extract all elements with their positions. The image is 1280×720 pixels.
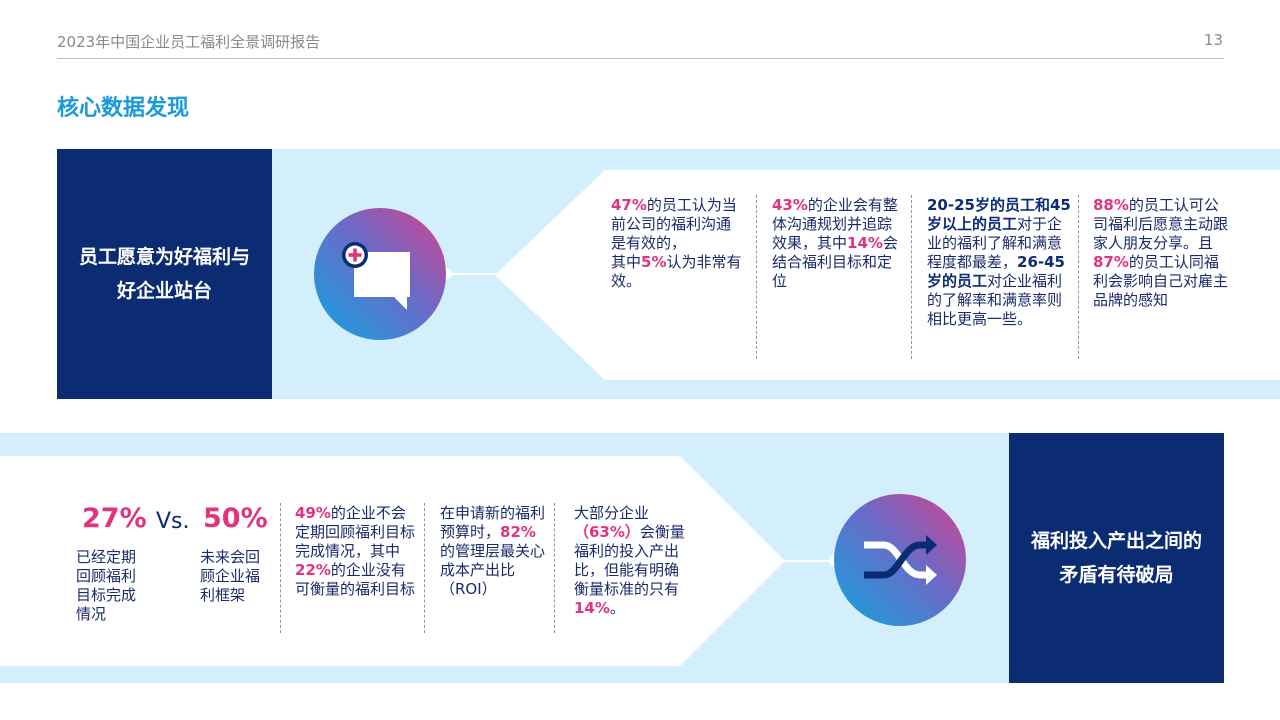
page-number: 13 [1203,31,1223,49]
text-segment: 88% [1093,196,1129,214]
text-segment: 82% [500,523,536,541]
stat-right-caption: 未来会回顾企业福利框架 [200,548,261,604]
text-segment: 14% [847,234,883,252]
text-segment: 43% [772,196,808,214]
top-connector-line [445,273,497,275]
text-segment: 。 [609,599,625,617]
section-title: 核心数据发现 [57,96,190,121]
text-segment: 的管理层最关心成本产出比（ROI） [440,542,546,598]
text-segment: 大部分企业 [574,504,650,522]
text-segment: 5% [641,253,667,271]
bottom-finding-1: 49%的企业不会定期回顾福利目标完成情况，其中22%的企业没有可衡量的福利目标 [280,503,416,633]
top-finding-1: 47%的员工认为当前公司的福利沟通是有效的， 其中5%认为非常有效。 [611,196,743,291]
report-title: 2023年中国企业员工福利全景调研报告 [57,33,321,51]
stat-left-caption: 已经定期回顾福利目标完成情况 [76,548,137,623]
stat-right-value: 50% [203,503,268,534]
text-segment: 其中 [611,253,642,271]
bottom-block-label: 福利投入产出之间的 矛盾有待破局 [1009,433,1224,683]
vs-label: Vs. [156,509,190,534]
top-finding-4: 88%的员工认可公司福利后愿意主动跟家人朋友分享。且87%的员工认同福利会影响自… [1078,195,1230,359]
top-finding-3: 20-25岁的员工和45岁以上的员工对于企业的福利了解和满意程度都最差，26-4… [911,195,1071,359]
text-segment: （63%） [574,523,640,541]
text-segment: 14% [574,599,610,617]
text-segment: 87% [1093,253,1129,271]
text-segment: 47% [611,196,647,214]
text-segment: 49% [295,504,331,522]
top-icon-circle [314,208,446,340]
chat-plus-icon [342,242,410,310]
top-finding-2: 43%的企业会有整体沟通规划并追踪效果，其中14%会结合福利目标和定位 [756,195,901,359]
bottom-finding-2: 在申请新的福利预算时，82%的管理层最关心成本产出比（ROI） [424,503,546,633]
top-block-label: 员工愿意为好福利与 好企业站台 [57,149,272,399]
bottom-finding-3: 大部分企业（63%）会衡量福利的投入产出比，但能有明确衡量标准的只有14%。 [554,503,689,633]
bottom-connector-line [783,560,835,562]
text-segment: 22% [295,561,331,579]
header-divider [57,58,1224,59]
shuffle-icon [864,535,937,585]
stat-left-value: 27% [82,503,147,534]
bottom-icon-circle [834,494,966,626]
